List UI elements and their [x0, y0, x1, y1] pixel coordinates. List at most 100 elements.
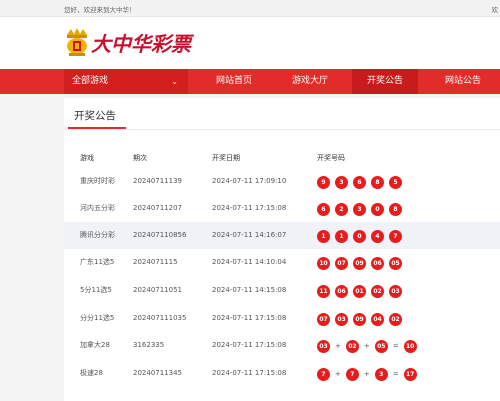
number-ball: 09	[353, 312, 366, 326]
number-balls: 62308	[317, 202, 407, 216]
number-ball: 3	[374, 367, 388, 381]
nav-item-home[interactable]: 网站首页	[202, 69, 266, 94]
number-ball: 02	[389, 312, 402, 326]
number-ball: 06	[335, 284, 348, 298]
number-ball: 02	[345, 339, 359, 353]
number-ball: 03	[389, 284, 402, 298]
number-balls: 7 +7 +3 = 17	[317, 367, 422, 381]
number-ball: 8	[389, 202, 402, 216]
operator-symbol: +	[335, 341, 341, 350]
cell-date: 2024-07-11 17:15:08	[212, 314, 287, 322]
nav-item-draw-results[interactable]: 开奖公告	[352, 69, 418, 94]
number-ball: 01	[353, 284, 366, 298]
panel-title: 开奖公告	[74, 110, 116, 122]
number-balls: 07 03 09 04 02	[317, 312, 407, 326]
number-balls: 11047	[317, 229, 407, 243]
cell-issue: 202407111035	[133, 314, 187, 322]
cell-date: 2024-07-11 17:15:08	[212, 204, 287, 212]
cell-game: 腾讯分分彩	[80, 231, 115, 239]
number-ball: 7	[317, 367, 330, 381]
nav-item-game-hall[interactable]: 游戏大厅	[277, 69, 343, 94]
number-ball: 05	[374, 339, 388, 353]
site-logo[interactable]: 大中华彩票	[64, 27, 191, 57]
chevron-down-icon: ⌄	[171, 77, 178, 86]
table-row[interactable]: 5分11选5 20240711051 2024-07-11 14:15:08 11 06…	[64, 277, 500, 304]
cell-game: 5分11选5	[80, 286, 112, 294]
all-games-label: 全部游戏	[72, 76, 109, 86]
number-ball: 1	[317, 229, 330, 243]
number-ball: 6	[317, 202, 330, 216]
number-ball: 10	[403, 339, 417, 353]
top-bar-right-text[interactable]: 欢	[492, 4, 499, 14]
number-ball: 17	[403, 367, 417, 381]
operator-symbol: =	[392, 369, 399, 378]
cell-issue: 202407110856	[133, 231, 187, 239]
number-ball: 3	[335, 175, 348, 189]
table-row[interactable]: 广东11选5 2024071115 2024-07-11 14:10:04 10 07 0…	[64, 249, 500, 276]
number-ball: 8	[371, 175, 384, 189]
number-ball: 07	[335, 256, 348, 270]
crown-lantern-icon	[64, 27, 90, 57]
number-ball: 06	[371, 256, 384, 270]
number-ball: 4	[371, 229, 384, 243]
cell-issue: 20240711207	[133, 204, 182, 212]
table-row[interactable]: 加拿大28 3162335 2024-07-11 17:15:08 03 +02 +05 =…	[64, 332, 500, 359]
cell-issue: 20240711139	[133, 177, 182, 185]
operator-symbol: =	[392, 341, 399, 350]
table-row[interactable]: 分分11选5 202407111035 2024-07-11 17:15:08 07 0…	[64, 305, 500, 332]
cell-date: 2024-07-11 14:16:07	[212, 231, 287, 239]
table-row[interactable]: 河内五分彩 20240711207 2024-07-11 17:15:08 6 2 3 0 8	[64, 195, 500, 222]
top-bar: 您好，欢迎来到大中华！ 欢	[0, 0, 500, 17]
number-ball: 03	[317, 339, 330, 353]
number-ball: 9	[317, 175, 330, 189]
operator-symbol: +	[363, 369, 370, 378]
welcome-text: 您好，欢迎来到大中华！	[64, 6, 136, 14]
operator-symbol: +	[335, 369, 341, 378]
column-header-game: 游戏	[80, 154, 94, 162]
number-ball: 5	[389, 175, 402, 189]
cell-date: 2024-07-11 17:15:08	[212, 341, 287, 349]
number-ball: 0	[371, 202, 384, 216]
number-ball: 6	[353, 175, 366, 189]
column-header-issue: 期次	[133, 154, 147, 162]
cell-date: 2024-07-11 14:10:04	[212, 258, 287, 266]
column-header-date: 开奖日期	[212, 154, 240, 162]
cell-issue: 20240711345	[133, 369, 182, 377]
number-ball: 0	[353, 229, 366, 243]
number-ball: 7	[389, 229, 402, 243]
number-ball: 3	[353, 202, 366, 216]
table-row[interactable]: 重庆时时彩 20240711139 2024-07-11 17:09:10 9 3 6 8 5	[64, 168, 500, 195]
number-ball: 1	[335, 229, 348, 243]
number-ball: 02	[371, 284, 384, 298]
number-ball: 04	[371, 312, 384, 326]
number-ball: 03	[335, 312, 348, 326]
cell-game: 重庆时时彩	[80, 177, 115, 185]
table-row[interactable]: 腾讯分分彩 202407110856 2024-07-11 14:16:07 1 1 0 4…	[64, 222, 500, 249]
cell-issue: 3162335	[133, 341, 165, 349]
cell-issue: 2024071115	[133, 258, 178, 266]
nav-item-announcements[interactable]: 网站公告	[430, 69, 496, 94]
number-balls: 93685	[317, 175, 407, 189]
draw-results-panel: 开奖公告 游戏 期次 开奖日期 开奖号码 重庆时时彩 20240711139 202…	[64, 98, 500, 401]
number-balls: 03 +02 +05 = 10	[317, 339, 422, 353]
number-ball: 2	[335, 202, 348, 216]
number-ball: 10	[317, 256, 330, 270]
all-games-dropdown[interactable]: 全部游戏 ⌄	[64, 69, 188, 94]
cell-game: 极速28	[80, 369, 103, 377]
cell-date: 2024-07-11 17:09:10	[212, 177, 287, 185]
number-ball: 11	[317, 284, 330, 298]
number-ball: 07	[317, 312, 330, 326]
cell-game: 加拿大28	[80, 341, 110, 349]
number-ball: 7	[345, 367, 359, 381]
cell-date: 2024-07-11 17:15:08	[212, 369, 287, 377]
cell-game: 河内五分彩	[80, 204, 115, 212]
cell-issue: 20240711051	[133, 286, 182, 294]
logo-text: 大中华彩票	[91, 31, 191, 56]
cell-game: 广东11选5	[80, 258, 115, 266]
main-nav: 全部游戏 ⌄ 网站首页 游戏大厅 开奖公告 网站公告	[0, 69, 500, 94]
number-balls: 11 06 01 02 03	[317, 284, 407, 298]
number-ball: 05	[389, 256, 402, 270]
cell-game: 分分11选5	[80, 314, 115, 322]
number-balls: 10 07 09 06 05	[317, 256, 407, 270]
table-row[interactable]: 极速28 20240711345 2024-07-11 17:15:08 7 +7 +3 =…	[64, 360, 500, 387]
